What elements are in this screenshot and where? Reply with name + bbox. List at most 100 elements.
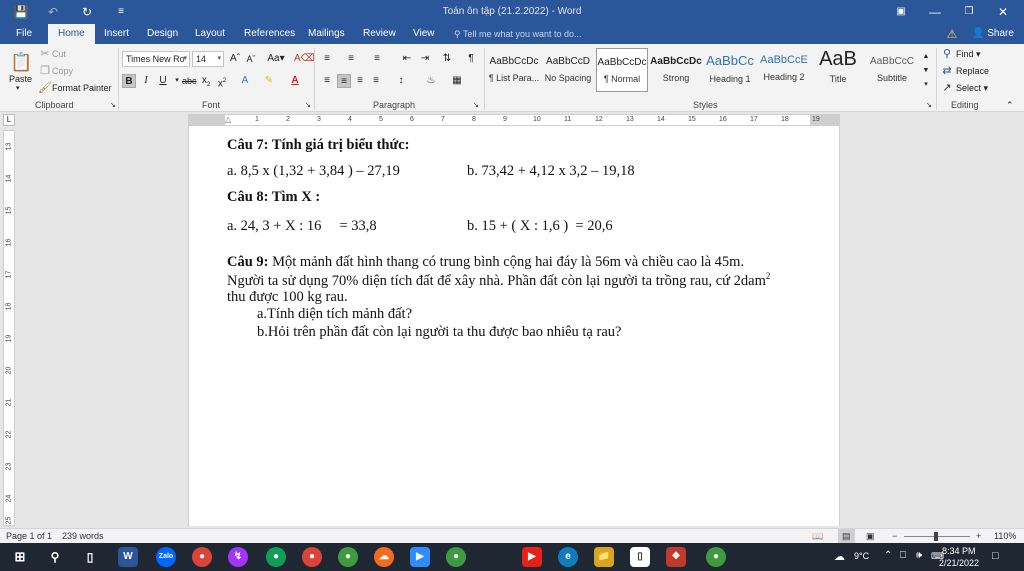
align-left-icon[interactable]: ≡ xyxy=(320,74,334,88)
shading-icon[interactable]: ♨ xyxy=(424,74,438,88)
windows-start-icon[interactable]: ⊞ xyxy=(10,547,30,567)
word-count[interactable]: 239 words xyxy=(62,529,104,543)
align-right-icon[interactable]: ≡ xyxy=(353,74,367,88)
zoom-level[interactable]: 110% xyxy=(994,529,1016,543)
format-painter-button[interactable]: Format Painter xyxy=(52,83,112,93)
tab-view[interactable]: View xyxy=(413,24,435,44)
style-heading-2[interactable]: AaBbCcE Heading 2 xyxy=(758,48,810,92)
zoom-in-button[interactable]: + xyxy=(976,529,981,543)
paste-button[interactable]: Paste xyxy=(9,74,32,84)
superscript-button[interactable]: x2 xyxy=(215,74,229,89)
style-title[interactable]: AaB Title xyxy=(812,48,864,92)
highlight-color-icon[interactable]: ✎ xyxy=(262,74,276,88)
borders-icon[interactable]: ▦ xyxy=(450,74,464,88)
youtube-app-icon[interactable]: ▶ xyxy=(522,547,542,567)
tab-layout[interactable]: Layout xyxy=(195,24,225,44)
bullets-icon[interactable]: ≡ xyxy=(320,52,334,66)
redo-icon[interactable]: ↻ xyxy=(74,0,100,24)
paste-icon[interactable]: 📋 xyxy=(10,50,32,74)
justify-icon[interactable]: ≡ xyxy=(369,74,383,88)
notepad-app-icon[interactable]: ▯ xyxy=(630,547,650,567)
coccoc-third-app-icon[interactable]: ● xyxy=(706,547,726,567)
underline-button[interactable]: U xyxy=(156,74,170,88)
clock-time[interactable]: 8:34 PM xyxy=(942,546,976,556)
zalo-app-icon[interactable]: Zalo xyxy=(156,547,176,567)
page-count[interactable]: Page 1 of 1 xyxy=(6,529,52,543)
text-effects-icon[interactable]: A xyxy=(238,74,252,88)
network-icon[interactable]: ⎕ xyxy=(900,550,906,561)
tab-home[interactable]: Home xyxy=(48,24,95,44)
close-button[interactable]: ✕ xyxy=(986,0,1020,24)
pdf-app-icon[interactable]: ❖ xyxy=(666,547,686,567)
notification-icon[interactable]: □ xyxy=(992,550,999,562)
align-center-icon[interactable]: ≡ xyxy=(337,74,351,88)
collapse-ribbon-icon[interactable]: ⌃ xyxy=(1006,100,1014,111)
style-strong[interactable]: AaBbCcDc Strong xyxy=(650,48,702,92)
styles-launcher-icon[interactable]: ↘ xyxy=(926,101,932,109)
zoom-slider-thumb[interactable] xyxy=(934,532,938,541)
font-name-combo[interactable]: Times New Ro ▾ xyxy=(122,51,190,67)
share-button[interactable]: 👤 Share xyxy=(972,24,1014,44)
save-icon[interactable]: 💾 xyxy=(8,0,34,24)
shrink-font-icon[interactable]: Aˇ xyxy=(244,52,258,66)
style-normal[interactable]: AaBbCcDc ¶ Normal xyxy=(596,48,648,92)
tell-me-search[interactable]: ⚲ Tell me what you want to do... xyxy=(454,24,582,44)
weather-cloud-icon[interactable]: ☁ xyxy=(834,550,845,563)
coccoc-alt-app-icon[interactable]: ● xyxy=(446,547,466,567)
tab-design[interactable]: Design xyxy=(147,24,178,44)
decrease-indent-icon[interactable]: ⇤ xyxy=(400,52,414,66)
sort-icon[interactable]: ⇅ xyxy=(440,52,454,66)
find-button[interactable]: Find ▾ xyxy=(956,49,981,60)
clipboard-launcher-icon[interactable]: ↘ xyxy=(110,101,116,109)
minimize-button[interactable]: — xyxy=(918,0,952,24)
paragraph-launcher-icon[interactable]: ↘ xyxy=(473,101,479,109)
soundcloud-app-icon[interactable]: ☁ xyxy=(374,547,394,567)
web-layout-icon[interactable]: ▣ xyxy=(866,529,875,543)
zoom-app-icon[interactable]: ▶ xyxy=(410,547,430,567)
styles-scroll-down-icon[interactable]: ▼ xyxy=(919,64,933,78)
italic-button[interactable]: I xyxy=(139,74,153,88)
grow-font-icon[interactable]: Aˆ xyxy=(228,52,242,66)
vertical-ruler[interactable]: 13 14 15 16 17 18 19 20 21 22 23 24 25 xyxy=(3,130,15,526)
horizontal-ruler[interactable]: △ 1 2 3 4 5 6 7 8 9 10 11 12 13 14 15 16… xyxy=(188,114,840,126)
tab-insert[interactable]: Insert xyxy=(104,24,129,44)
style-no-spacing[interactable]: AaBbCcD No Spacing xyxy=(542,48,594,92)
tab-selector[interactable]: L xyxy=(3,114,15,126)
styles-scroll-up-icon[interactable]: ▲ xyxy=(919,50,933,64)
indent-marker[interactable]: △ xyxy=(225,115,231,125)
read-mode-icon[interactable]: 📖 xyxy=(812,529,823,543)
tab-mailings[interactable]: Mailings xyxy=(308,24,345,44)
font-color-icon[interactable]: A xyxy=(288,74,302,88)
edge-app-icon[interactable]: e xyxy=(558,547,578,567)
document-page[interactable]: Câu 7: Tính giá trị biểu thức: a. 8,5 x … xyxy=(188,126,840,526)
chrome-profile-app-icon[interactable]: ● xyxy=(266,547,286,567)
word-app-icon[interactable]: W xyxy=(118,547,138,567)
coccoc-app-icon[interactable]: ● xyxy=(338,547,358,567)
print-layout-icon[interactable]: ▤ xyxy=(838,529,855,543)
style-subtitle[interactable]: AaBbCcC Subtitle xyxy=(866,48,918,92)
search-icon[interactable]: ⚲ xyxy=(45,547,65,567)
weather-temperature[interactable]: 9°C xyxy=(854,551,869,561)
undo-icon[interactable]: ↶ xyxy=(40,0,66,24)
messenger-app-icon[interactable]: ↯ xyxy=(228,547,248,567)
copy-button[interactable]: Copy xyxy=(52,66,73,76)
paste-dropdown-icon[interactable]: ▾ xyxy=(16,84,20,92)
volume-icon[interactable]: 🕪 xyxy=(916,550,922,561)
change-case-icon[interactable]: Aa▾ xyxy=(266,52,286,66)
subscript-button[interactable]: x2 xyxy=(199,74,213,88)
file-explorer-icon[interactable]: 📁 xyxy=(594,547,614,567)
task-view-icon[interactable]: ▯ xyxy=(80,547,100,567)
bold-button[interactable]: B xyxy=(122,74,136,88)
restore-button[interactable]: ❐ xyxy=(952,0,986,24)
multilevel-list-icon[interactable]: ≡ xyxy=(370,52,384,66)
warning-icon[interactable]: ⚠ xyxy=(945,27,959,41)
zoom-out-button[interactable]: − xyxy=(892,529,897,543)
replace-button[interactable]: Replace xyxy=(956,66,989,76)
clear-formatting-icon[interactable]: A⌫ xyxy=(294,52,315,66)
font-launcher-icon[interactable]: ↘ xyxy=(305,101,311,109)
numbering-icon[interactable]: ≡ xyxy=(344,52,358,66)
style-heading-1[interactable]: AaBbCc Heading 1 xyxy=(704,48,756,92)
chrome-app-icon[interactable]: ● xyxy=(192,547,212,567)
cut-button[interactable]: Cut xyxy=(52,49,66,59)
line-spacing-icon[interactable]: ↕ xyxy=(394,74,408,88)
